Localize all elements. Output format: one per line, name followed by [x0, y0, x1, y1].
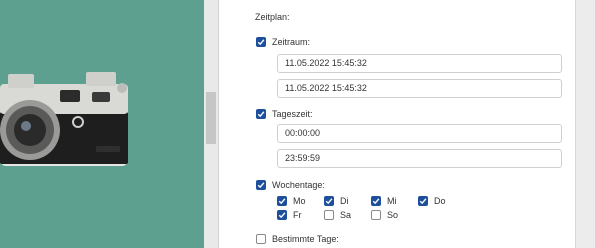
- period-checkbox[interactable]: [256, 37, 266, 47]
- period-to-field[interactable]: 11.05.2022 15:45:32: [277, 79, 562, 98]
- image-scrollbar-thumb[interactable]: [206, 92, 216, 144]
- check-icon: [372, 198, 380, 205]
- check-icon: [257, 182, 265, 189]
- day-wednesday-label: Mi: [387, 196, 397, 206]
- weekdays-checkbox[interactable]: [256, 180, 266, 190]
- period-from-field[interactable]: 11.05.2022 15:45:32: [277, 54, 562, 73]
- specific-days-label: Bestimmte Tage:: [272, 234, 339, 244]
- day-friday-checkbox[interactable]: [277, 210, 287, 220]
- period-label: Zeitraum:: [272, 37, 311, 47]
- daytime-checkbox[interactable]: [256, 109, 266, 119]
- check-icon: [278, 198, 286, 205]
- day-saturday-checkbox[interactable]: [324, 210, 334, 220]
- specific-days-row[interactable]: Bestimmte Tage:: [256, 234, 339, 244]
- day-saturday[interactable]: Sa: [324, 210, 351, 220]
- daytime-to-field[interactable]: 23:59:59: [277, 149, 562, 168]
- right-scrollbar[interactable]: [575, 0, 595, 248]
- camera-image: [0, 72, 128, 166]
- period-row[interactable]: Zeitraum:: [256, 37, 310, 47]
- day-tuesday-checkbox[interactable]: [324, 196, 334, 206]
- left-image-panel: [0, 0, 218, 248]
- day-thursday-label: Do: [434, 196, 446, 206]
- schedule-title: Zeitplan:: [255, 12, 290, 22]
- day-wednesday[interactable]: Mi: [371, 196, 397, 206]
- day-tuesday[interactable]: Di: [324, 196, 349, 206]
- weekdays-label: Wochentage:: [272, 180, 325, 190]
- daytime-from-field[interactable]: 00:00:00: [277, 124, 562, 143]
- check-icon: [257, 39, 265, 46]
- day-tuesday-label: Di: [340, 196, 349, 206]
- day-wednesday-checkbox[interactable]: [371, 196, 381, 206]
- day-sunday-checkbox[interactable]: [371, 210, 381, 220]
- day-sunday[interactable]: So: [371, 210, 398, 220]
- day-saturday-label: Sa: [340, 210, 352, 220]
- day-monday-checkbox[interactable]: [277, 196, 287, 206]
- day-friday[interactable]: Fr: [277, 210, 302, 220]
- weekdays-row[interactable]: Wochentage:: [256, 180, 325, 190]
- day-thursday[interactable]: Do: [418, 196, 446, 206]
- check-icon: [419, 198, 427, 205]
- day-monday[interactable]: Mo: [277, 196, 306, 206]
- daytime-row[interactable]: Tageszeit:: [256, 109, 313, 119]
- specific-days-checkbox[interactable]: [256, 234, 266, 244]
- day-sunday-label: So: [387, 210, 399, 220]
- day-friday-label: Fr: [293, 210, 302, 220]
- day-monday-label: Mo: [293, 196, 306, 206]
- daytime-label: Tageszeit:: [272, 109, 313, 119]
- day-thursday-checkbox[interactable]: [418, 196, 428, 206]
- check-icon: [278, 212, 286, 219]
- check-icon: [257, 111, 265, 118]
- check-icon: [325, 198, 333, 205]
